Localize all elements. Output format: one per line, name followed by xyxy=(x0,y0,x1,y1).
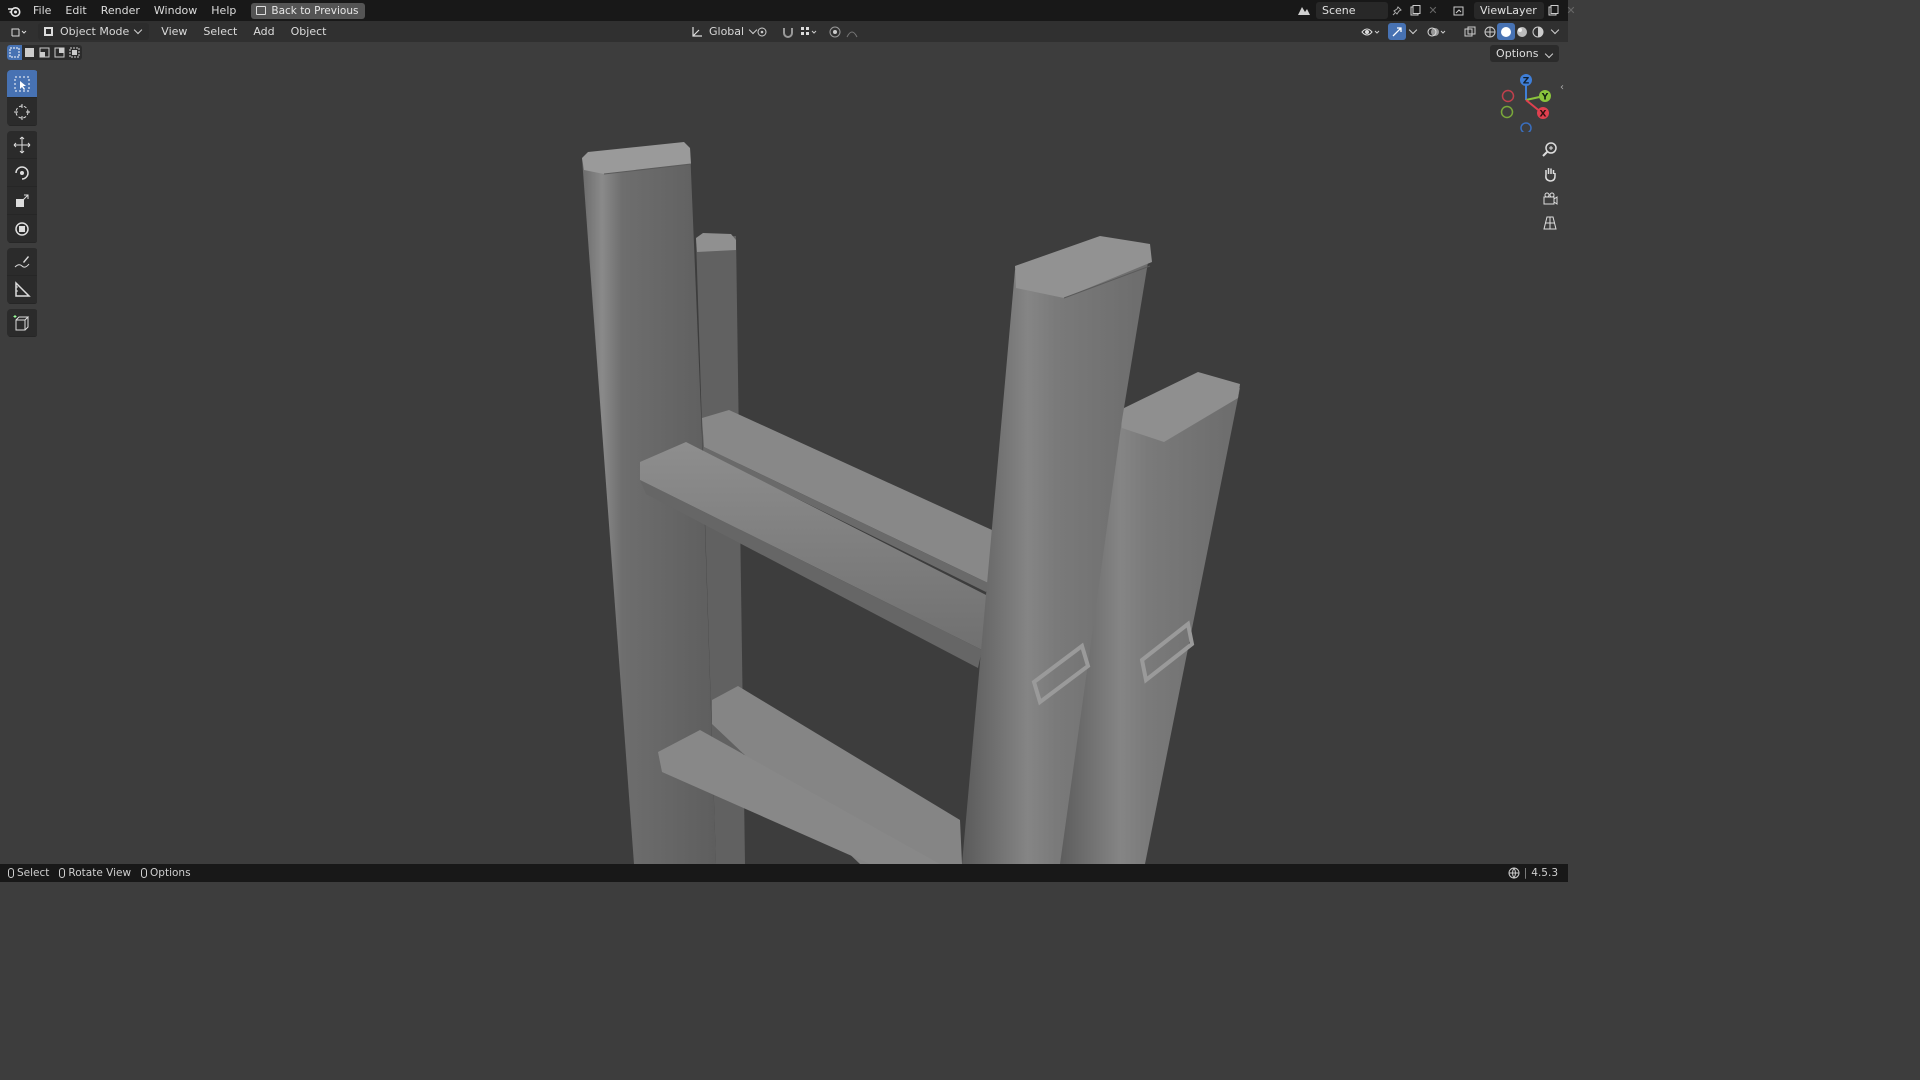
zoom-icon xyxy=(1541,141,1557,157)
mouse-left-icon xyxy=(8,868,14,878)
tool-annotate[interactable] xyxy=(7,248,37,276)
view-layer-field[interactable]: ViewLayer xyxy=(1474,2,1544,19)
select-intersect-icon[interactable] xyxy=(67,45,82,60)
transform-icon xyxy=(15,221,29,236)
delete-view-layer-icon[interactable]: ✕ xyxy=(1562,2,1580,19)
pin-icon[interactable] xyxy=(1388,2,1406,19)
status-rotate-label: Rotate View xyxy=(68,867,132,879)
status-select-label: Select xyxy=(17,867,50,879)
select-subtract-icon[interactable] xyxy=(37,45,52,60)
falloff-icon[interactable] xyxy=(844,23,868,40)
back-to-previous-label: Back to Previous xyxy=(271,4,359,17)
chevron-down-icon xyxy=(1544,49,1554,59)
3d-viewport[interactable]: Options Z Y X ‹ xyxy=(0,42,1568,864)
mode-label: Object Mode xyxy=(60,25,130,38)
annotate-icon xyxy=(14,255,30,268)
status-rotate: Rotate View xyxy=(59,867,131,879)
mode-dropdown[interactable]: Object Mode xyxy=(38,23,150,40)
ladder-model xyxy=(582,142,1240,864)
header-menu-object[interactable]: Object xyxy=(283,25,335,38)
pan-button[interactable] xyxy=(1538,162,1561,185)
sidebar-toggle-icon[interactable]: ‹ xyxy=(1560,82,1564,93)
header-menu-add[interactable]: Add xyxy=(245,25,282,38)
mouse-middle-icon xyxy=(59,868,66,878)
tool-cursor[interactable] xyxy=(7,98,37,126)
editor-type-icon[interactable] xyxy=(6,23,32,40)
new-scene-icon[interactable] xyxy=(1406,2,1424,19)
scene-name-field[interactable]: Scene xyxy=(1316,2,1388,19)
tool-scale[interactable] xyxy=(7,187,37,215)
menu-window[interactable]: Window xyxy=(147,0,204,21)
measure-icon xyxy=(15,280,31,297)
gizmo-y-label: Y xyxy=(1541,93,1549,103)
tool-rotate[interactable] xyxy=(7,159,37,187)
top-menu-bar: File Edit Render Window Help Back to Pre… xyxy=(0,0,1576,21)
gizmo-z-label: Z xyxy=(1523,77,1530,87)
tool-shelf xyxy=(7,70,38,342)
header-menu-view[interactable]: View xyxy=(153,25,195,38)
tool-add-cube[interactable] xyxy=(7,309,37,337)
status-bar: Select Rotate View Options | 4.5.3 xyxy=(0,864,1568,882)
proportional-editing-icon[interactable] xyxy=(826,23,844,40)
camera-icon xyxy=(1543,192,1557,205)
hand-icon xyxy=(1544,167,1556,182)
scale-icon xyxy=(16,194,29,207)
cursor-icon xyxy=(14,103,30,120)
tool-measure[interactable] xyxy=(7,276,37,304)
perspective-toggle-button[interactable] xyxy=(1538,211,1561,234)
select-extend-icon[interactable] xyxy=(22,45,37,60)
select-new-icon[interactable] xyxy=(7,45,22,60)
scene-icon[interactable] xyxy=(1292,2,1316,19)
screen-icon xyxy=(256,5,267,15)
menu-render[interactable]: Render xyxy=(94,0,147,21)
overlays-icon[interactable] xyxy=(1424,23,1450,40)
rotate-icon xyxy=(15,165,29,180)
menu-file[interactable]: File xyxy=(26,0,58,21)
shading-dropdown-icon[interactable] xyxy=(1546,23,1564,40)
new-view-layer-icon[interactable] xyxy=(1544,2,1562,19)
viewport-options-button[interactable]: Options xyxy=(1490,45,1559,62)
mouse-right-icon xyxy=(141,868,148,878)
object-mode-icon xyxy=(44,27,53,36)
status-options-label: Options xyxy=(150,867,191,879)
gizmo-x-label: X xyxy=(1540,110,1547,120)
move-icon xyxy=(13,136,31,153)
gizmo-dropdown-icon[interactable] xyxy=(1404,23,1422,40)
shading-rendered-icon[interactable] xyxy=(1529,23,1547,40)
select-box-icon xyxy=(14,76,30,91)
status-options: Options xyxy=(141,867,191,879)
chevron-down-icon xyxy=(134,25,143,35)
version-label: 4.5.3 xyxy=(1531,867,1558,879)
add-cube-icon xyxy=(13,314,30,330)
viewport-options-label: Options xyxy=(1496,47,1539,60)
orientation-axes-icon xyxy=(692,26,702,37)
navigation-gizmo[interactable]: Z Y X xyxy=(1496,70,1556,132)
tool-transform[interactable] xyxy=(7,215,37,243)
select-invert-icon[interactable] xyxy=(52,45,67,60)
selection-mode-group xyxy=(7,45,82,60)
tool-select-box[interactable] xyxy=(7,70,37,98)
viewport-header: Object Mode View Select Add Object Globa… xyxy=(0,21,1568,42)
xray-icon[interactable] xyxy=(1461,23,1479,40)
menu-help[interactable]: Help xyxy=(204,0,243,21)
menu-edit[interactable]: Edit xyxy=(58,0,93,21)
zoom-button[interactable] xyxy=(1538,137,1561,160)
back-to-previous-button[interactable]: Back to Previous xyxy=(251,2,366,19)
snap-icon[interactable] xyxy=(779,23,797,40)
delete-scene-icon[interactable]: ✕ xyxy=(1424,2,1442,19)
visibility-icon[interactable] xyxy=(1358,23,1384,40)
pivot-point-icon[interactable] xyxy=(752,23,776,40)
view-layer-icon[interactable] xyxy=(1448,2,1474,19)
status-select: Select xyxy=(8,867,49,879)
scene-selector: Scene ✕ ViewLayer ✕ xyxy=(1292,2,1580,19)
camera-view-button[interactable] xyxy=(1538,187,1561,210)
status-version: | 4.5.3 xyxy=(1508,867,1558,879)
globe-icon xyxy=(1508,867,1520,879)
grid-icon xyxy=(1542,216,1557,229)
blender-logo-icon[interactable] xyxy=(5,2,23,19)
tool-move[interactable] xyxy=(7,131,37,159)
orientation-label: Global xyxy=(709,25,745,38)
snap-target-icon[interactable] xyxy=(797,23,821,40)
header-menu-select[interactable]: Select xyxy=(195,25,245,38)
